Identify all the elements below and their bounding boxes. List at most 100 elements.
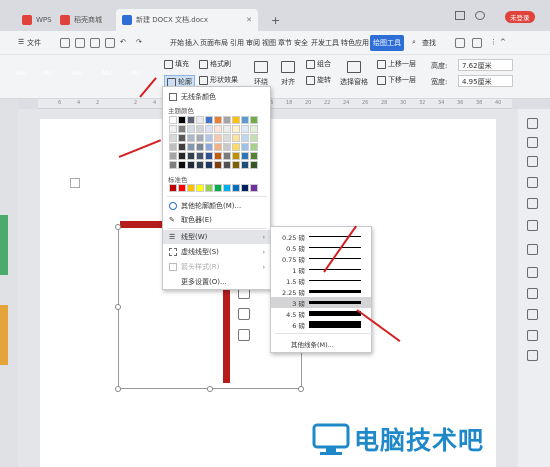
line-weight-item[interactable]: 2.25 磅 [271,286,371,297]
standard-color-swatch[interactable] [250,184,258,192]
arrow-style-item[interactable]: 箭头样式(R) › [163,260,270,274]
line-weight-item[interactable]: 1 磅 [271,264,371,275]
theme-color-swatch[interactable] [223,134,231,142]
standard-color-swatch[interactable] [169,184,177,192]
theme-color-swatch[interactable] [178,161,186,169]
bring-forward-button[interactable]: 上移一层 [377,59,416,69]
theme-color-swatch[interactable] [250,152,258,160]
theme-color-swatch[interactable] [214,161,222,169]
theme-color-swatch[interactable] [196,152,204,160]
tab-wps[interactable]: WPS [16,9,58,31]
close-tab-icon[interactable]: ✕ [246,16,252,24]
theme-color-swatch[interactable] [169,134,177,142]
sidebar-tools-icon[interactable] [527,350,538,361]
format-painter-button[interactable]: 格式刷 [199,59,231,69]
theme-color-swatch[interactable] [232,143,240,151]
line-weight-item[interactable]: 0.25 磅 [271,231,371,242]
tab-document[interactable]: 新建 DOCX 文档.docx ✕ [116,9,258,31]
theme-color-swatch[interactable] [169,161,177,169]
tab-docer-mall[interactable]: 稻壳商城 [54,9,108,31]
menu-references[interactable]: 引用 [230,38,244,48]
dash-type-item[interactable]: 虚线线型(S) › [163,245,270,259]
wrap-icon[interactable] [254,61,270,73]
selection-pane-button[interactable]: 选择窗格 [340,77,368,87]
theme-color-swatch[interactable] [232,152,240,160]
crop-icon[interactable] [238,308,250,320]
shape-style-swatch-2[interactable]: Abc [35,62,61,84]
fill-button[interactable]: 填充 [164,59,189,69]
theme-color-swatch[interactable] [223,116,231,124]
theme-color-swatch[interactable] [187,152,195,160]
theme-color-swatch[interactable] [196,161,204,169]
theme-color-swatch[interactable] [187,125,195,133]
theme-color-swatch[interactable] [223,152,231,160]
other-lines-item[interactable]: 其他线条(M)... [271,338,371,349]
standard-color-swatch[interactable] [241,184,249,192]
sidebar-settings-icon[interactable] [527,220,538,231]
line-weight-item[interactable]: 0.5 磅 [271,242,371,253]
search-icon[interactable]: ⌕ [412,38,416,47]
theme-color-swatch[interactable] [196,125,204,133]
theme-color-swatch[interactable] [187,161,195,169]
line-weight-item[interactable]: 0.75 磅 [271,253,371,264]
menu-drawing-tools[interactable]: 绘图工具 [370,35,404,51]
more-icon[interactable]: ⋮ [490,38,497,46]
more-options-icon[interactable] [238,329,250,341]
theme-color-swatch[interactable] [205,116,213,124]
theme-color-swatch[interactable] [250,134,258,142]
theme-color-swatch[interactable] [187,134,195,142]
theme-color-swatch[interactable] [241,125,249,133]
shape-style-swatch-3[interactable]: Abc [64,62,90,84]
align-icon[interactable] [281,61,297,73]
sidebar-shape-icon[interactable] [527,156,538,167]
paragraph-icon[interactable] [70,178,80,188]
hamburger-icon[interactable]: ☰ [18,38,24,46]
align-button[interactable]: 对齐 [281,77,295,87]
sidebar-expand-icon[interactable] [527,118,538,129]
standard-color-swatch[interactable] [187,184,195,192]
menu-developer[interactable]: 开发工具 [311,38,339,48]
theme-color-swatch[interactable] [178,143,186,151]
theme-color-swatch[interactable] [241,152,249,160]
resize-handle[interactable] [115,224,121,230]
line-weight-item[interactable]: 3 磅 [271,297,371,308]
standard-color-swatch[interactable] [178,184,186,192]
theme-color-swatch[interactable] [214,143,222,151]
standard-color-swatch[interactable] [205,184,213,192]
theme-color-swatch[interactable] [205,125,213,133]
search-label[interactable]: 查找 [422,38,436,48]
send-backward-button[interactable]: 下移一层 [377,75,416,85]
line-weight-item[interactable]: 6 磅 [271,319,371,330]
rotate-button[interactable]: 旋转 [306,75,331,85]
theme-color-swatch[interactable] [214,116,222,124]
print-icon[interactable] [90,38,100,48]
theme-color-swatch[interactable] [196,134,204,142]
theme-color-swatch[interactable] [250,125,258,133]
theme-color-swatch[interactable] [169,116,177,124]
menu-page-layout[interactable]: 页面布局 [200,38,228,48]
more-settings-item[interactable]: 更多设置(O)... [163,275,270,289]
resize-handle[interactable] [207,386,213,392]
theme-color-swatch[interactable] [205,152,213,160]
theme-color-swatch[interactable] [196,143,204,151]
sidebar-table-icon[interactable] [527,198,538,209]
theme-color-swatch[interactable] [250,116,258,124]
menu-home[interactable]: 开始 [170,38,184,48]
menu-chapter[interactable]: 章节 [278,38,292,48]
more-outline-colors-item[interactable]: 其他轮廓颜色(M)... [163,199,270,213]
share-icon[interactable] [455,38,465,48]
sidebar-style-icon[interactable] [527,177,538,188]
theme-color-swatch[interactable] [214,152,222,160]
theme-color-swatch[interactable] [178,125,186,133]
theme-color-swatch[interactable] [250,143,258,151]
collapse-icon[interactable]: ^ [500,38,506,46]
undo-icon[interactable]: ↶ [120,38,126,46]
shape-style-swatch-5[interactable]: Abc [123,62,149,84]
selection-pane-icon[interactable] [347,61,363,73]
comment-icon[interactable] [472,38,482,48]
shape-effect-button[interactable]: 形状效果 [199,75,238,85]
save-icon[interactable] [60,38,70,48]
theme-color-swatch[interactable] [232,116,240,124]
redo-icon[interactable]: ↷ [136,38,142,46]
resize-handle[interactable] [298,386,304,392]
